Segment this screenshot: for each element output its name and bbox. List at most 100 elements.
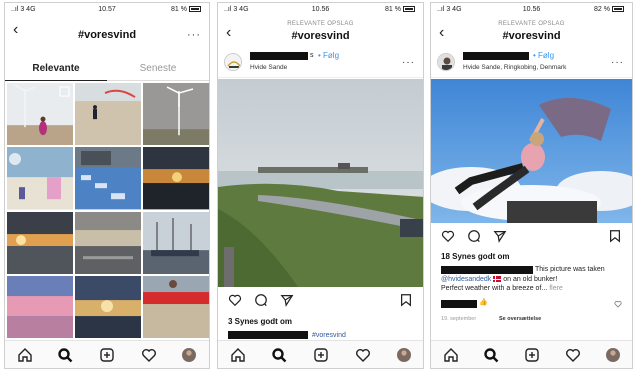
- username-suffix: s: [310, 52, 314, 59]
- grid-photo[interactable]: [7, 211, 73, 274]
- grid-photo[interactable]: [7, 147, 73, 210]
- page-title: #voresvind: [502, 30, 561, 42]
- add-post-icon[interactable]: [313, 347, 329, 363]
- bottom-tab-bar: [5, 340, 209, 368]
- phone-hashtag-explore: ..ıl 3 4G 10.57 81 % ‹ #voresvind ··· Re…: [4, 2, 210, 369]
- battery-percent: 81 %: [171, 6, 187, 13]
- grid-photo[interactable]: [7, 83, 73, 146]
- post-location[interactable]: Hvide Sande, Ringkobing, Denmark: [463, 64, 566, 71]
- follow-button[interactable]: • Følg: [318, 51, 339, 60]
- heart-icon[interactable]: [141, 347, 157, 363]
- add-post-icon[interactable]: [99, 347, 115, 363]
- grid-photo[interactable]: [143, 147, 209, 210]
- bookmark-icon[interactable]: [608, 229, 622, 243]
- post-more-icon[interactable]: ···: [611, 57, 624, 68]
- like-icon[interactable]: [228, 293, 242, 307]
- add-post-icon[interactable]: [524, 347, 540, 363]
- caption-line-2: @hvidesandedk on an old bunker!: [441, 275, 557, 284]
- caption-text: Perfect weather with a breeze of...: [441, 285, 548, 292]
- tab-relevante[interactable]: Relevante: [5, 59, 107, 81]
- bottom-tab-bar: [218, 340, 423, 368]
- likes-count[interactable]: 18 Synes godt om: [441, 252, 509, 261]
- search-icon[interactable]: [57, 347, 73, 363]
- redacted-caption-username: [228, 331, 308, 339]
- home-icon[interactable]: [443, 347, 459, 363]
- post-header: s • Følg Hvide Sande ···: [218, 48, 423, 78]
- redacted-commenter: [441, 300, 477, 308]
- user-avatar[interactable]: [437, 53, 455, 71]
- post-more-icon[interactable]: ···: [402, 57, 415, 68]
- post-photo[interactable]: [431, 79, 632, 223]
- nav-bar: ‹ RELEVANTE OPSLAG #voresvind: [218, 17, 423, 45]
- post-actions: [218, 291, 423, 311]
- caption-more-link[interactable]: flere: [549, 285, 563, 292]
- battery-percent: 81 %: [385, 6, 401, 13]
- caption-mention[interactable]: @hvidesandedk: [441, 276, 491, 283]
- home-icon[interactable]: [17, 347, 33, 363]
- battery-indicator: 81 %: [385, 6, 415, 13]
- post-header: • Følg Hvide Sande, Ringkobing, Denmark …: [431, 48, 632, 78]
- post-date: 19. september: [441, 316, 477, 322]
- share-icon[interactable]: [280, 293, 294, 307]
- profile-avatar[interactable]: [396, 347, 412, 363]
- page-title: #voresvind: [77, 29, 137, 41]
- post-location[interactable]: Hvide Sande: [250, 64, 287, 71]
- heart-icon[interactable]: [565, 347, 581, 363]
- profile-avatar[interactable]: [181, 347, 197, 363]
- home-icon[interactable]: [230, 347, 246, 363]
- tab-bar: Relevante Seneste: [5, 59, 209, 81]
- nav-subtitle: RELEVANTE OPSLAG: [287, 21, 354, 27]
- nav-bar: ‹ #voresvind ···: [5, 17, 209, 45]
- post-actions: [431, 227, 632, 247]
- heart-icon[interactable]: [355, 347, 371, 363]
- likes-count[interactable]: 3 Synes godt om: [228, 317, 292, 326]
- phone-post-detail-1: ..ıl 3 4G 10.56 81 % ‹ RELEVANTE OPSLAG …: [217, 2, 424, 369]
- comment-icon[interactable]: [254, 293, 268, 307]
- grid-photo[interactable]: [75, 211, 141, 274]
- status-bar: ..ıl 3 4G 10.56 81 %: [218, 3, 423, 16]
- comment-icon[interactable]: [467, 229, 481, 243]
- search-icon[interactable]: [271, 347, 287, 363]
- search-icon[interactable]: [483, 347, 499, 363]
- grid-photo[interactable]: [75, 275, 141, 338]
- battery-indicator: 82 %: [594, 6, 624, 13]
- grid-photo[interactable]: [143, 83, 209, 146]
- photo-grid: [7, 83, 209, 338]
- user-avatar[interactable]: [224, 53, 242, 71]
- post-photo[interactable]: [218, 79, 423, 287]
- battery-icon: [612, 6, 624, 13]
- tab-seneste[interactable]: Seneste: [107, 59, 209, 81]
- follow-button[interactable]: • Følg: [533, 51, 554, 60]
- grid-photo[interactable]: [143, 211, 209, 274]
- caption-hashtag[interactable]: #voresvind: [312, 331, 346, 340]
- bookmark-icon[interactable]: [399, 293, 413, 307]
- status-bar: ..ıl 3 4G 10.56 82 %: [431, 3, 632, 16]
- caption-line-3: Perfect weather with a breeze of... fler…: [441, 284, 563, 293]
- redacted-username: [463, 52, 529, 60]
- comment-like-icon[interactable]: [614, 300, 622, 308]
- grid-photo[interactable]: [143, 275, 209, 338]
- status-bar: ..ıl 3 4G 10.57 81 %: [5, 3, 209, 16]
- three-phone-screenshots: ..ıl 3 4G 10.57 81 % ‹ #voresvind ··· Re…: [0, 0, 635, 371]
- profile-avatar[interactable]: [605, 347, 621, 363]
- more-options-icon[interactable]: ···: [187, 29, 201, 41]
- grid-photo[interactable]: [75, 83, 141, 146]
- battery-indicator: 81 %: [171, 6, 201, 13]
- battery-icon: [403, 6, 415, 13]
- caption-line-1: This picture was taken: [535, 266, 605, 273]
- bottom-tab-bar: [431, 340, 632, 368]
- battery-icon: [189, 6, 201, 13]
- flag-icon: [493, 276, 502, 283]
- share-icon[interactable]: [493, 229, 507, 243]
- phone-post-detail-2: ..ıl 3 4G 10.56 82 % ‹ RELEVANTE OPSLAG …: [430, 2, 633, 369]
- comment-emoji: 👍: [479, 299, 488, 306]
- translate-link-label: Se oversættelse: [499, 316, 542, 322]
- redacted-username: [250, 52, 308, 60]
- like-icon[interactable]: [441, 229, 455, 243]
- grid-photo[interactable]: [75, 147, 141, 210]
- grid-photo[interactable]: [7, 275, 73, 338]
- page-title: #voresvind: [291, 30, 350, 42]
- nav-bar: ‹ RELEVANTE OPSLAG #voresvind: [431, 17, 632, 45]
- translate-link[interactable]: Se oversættelse: [499, 316, 541, 322]
- redacted-caption-username: [441, 266, 533, 274]
